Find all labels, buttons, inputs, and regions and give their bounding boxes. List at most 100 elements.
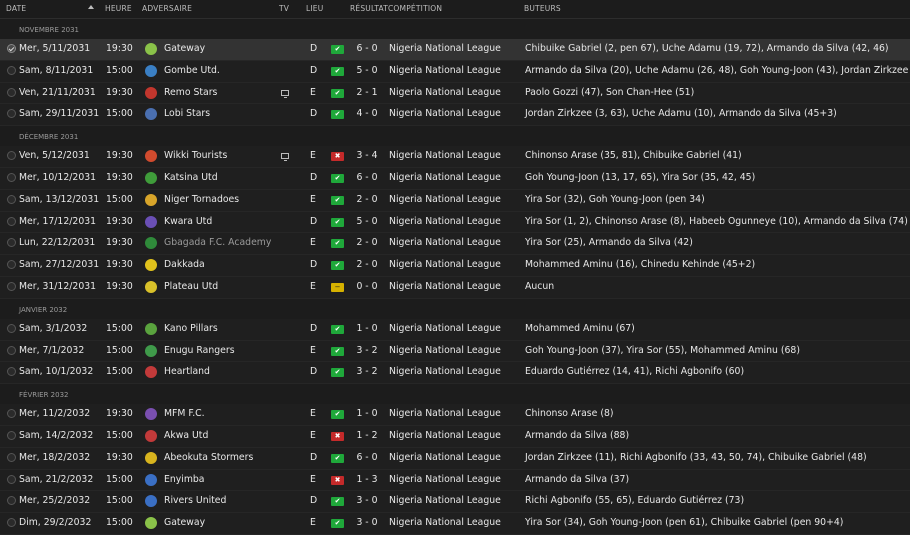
table-row[interactable]: Mer, 25/2/2032 15:00 Rivers United D ✔ 3 - 0 N… [0, 491, 910, 514]
score[interactable]: 2 - 0 [352, 255, 382, 276]
select-radio[interactable] [7, 452, 16, 462]
select-radio[interactable] [7, 151, 16, 161]
header-date[interactable]: DATE [6, 4, 26, 13]
score[interactable]: 2 - 0 [352, 190, 382, 211]
competition[interactable]: Nigeria National League [389, 513, 501, 534]
score[interactable]: 6 - 0 [352, 39, 382, 60]
score[interactable]: 0 - 0 [352, 277, 382, 298]
competition[interactable]: Nigeria National League [389, 83, 501, 104]
header-result[interactable]: RÉSULTAT [350, 4, 388, 13]
score[interactable]: 1 - 3 [352, 470, 382, 491]
table-row[interactable]: Sam, 29/11/2031 15:00 Lobi Stars D ✔ 4 - 0 Nig… [0, 104, 910, 127]
competition[interactable]: Nigeria National League [389, 39, 501, 60]
score[interactable]: 2 - 0 [352, 233, 382, 254]
header-competition[interactable]: COMPÉTITION [388, 4, 442, 13]
opponent-link[interactable]: Dakkada [164, 255, 205, 276]
score[interactable]: 3 - 0 [352, 513, 382, 534]
table-row[interactable]: Sam, 21/2/2032 15:00 Enyimba E ✖ 1 - 3 Nigeria… [0, 469, 910, 492]
score[interactable]: 4 - 0 [352, 104, 382, 125]
opponent-link[interactable]: Niger Tornadoes [164, 190, 239, 211]
competition[interactable]: Nigeria National League [389, 341, 501, 362]
table-row[interactable]: Mer, 7/1/2032 15:00 Enugu Rangers E ✔ 3 - 2 Ni… [0, 340, 910, 363]
competition[interactable]: Nigeria National League [389, 491, 501, 512]
competition[interactable]: Nigeria National League [389, 168, 501, 189]
opponent-link[interactable]: Rivers United [164, 491, 226, 512]
competition[interactable]: Nigeria National League [389, 277, 501, 298]
score[interactable]: 1 - 0 [352, 404, 382, 425]
opponent-link[interactable]: Wikki Tourists [164, 146, 227, 167]
table-row[interactable]: Mer, 31/12/2031 19:30 Plateau Utd E −0 - 0 Ni… [0, 276, 910, 299]
table-row[interactable]: Dim, 29/2/2032 15:00 Gateway E ✔ 3 - 0 Nigeria… [0, 513, 910, 535]
competition[interactable]: Nigeria National League [389, 233, 501, 254]
select-radio[interactable] [7, 109, 16, 119]
competition[interactable]: Nigeria National League [389, 426, 501, 447]
opponent-link[interactable]: Lobi Stars [164, 104, 210, 125]
score[interactable]: 3 - 2 [352, 362, 382, 383]
score[interactable]: 3 - 2 [352, 341, 382, 362]
header-scorers[interactable]: BUTEURS [524, 4, 561, 13]
table-row[interactable]: Sam, 27/12/2031 19:30 Dakkada D ✔ 2 - 0 Nigeri… [0, 255, 910, 277]
opponent-link[interactable]: Gbagada F.C. Academy [164, 233, 271, 254]
opponent-link[interactable]: MFM F.C. [164, 404, 205, 425]
header-tv[interactable]: TV [279, 4, 289, 13]
competition[interactable]: Nigeria National League [389, 146, 501, 167]
opponent-link[interactable]: Katsina Utd [164, 168, 218, 189]
opponent-link[interactable]: Plateau Utd [164, 277, 218, 298]
table-row[interactable]: Mer, 18/2/2032 19:30 Abeokuta Stormers D ✔ 6 … [0, 447, 910, 470]
select-radio[interactable] [7, 260, 16, 270]
select-radio[interactable] [7, 323, 16, 333]
select-radio[interactable] [7, 474, 16, 484]
select-radio[interactable] [7, 87, 16, 97]
opponent-link[interactable]: Gateway [164, 513, 205, 534]
score[interactable]: 5 - 0 [352, 61, 382, 82]
select-radio[interactable] [7, 367, 16, 377]
opponent-link[interactable]: Heartland [164, 362, 210, 383]
select-radio[interactable] [7, 44, 16, 53]
opponent-link[interactable]: Gombe Utd. [164, 61, 220, 82]
score[interactable]: 2 - 1 [352, 83, 382, 104]
competition[interactable]: Nigeria National League [389, 470, 501, 491]
select-radio[interactable] [7, 216, 16, 226]
opponent-link[interactable]: Akwa Utd [164, 426, 208, 447]
select-radio[interactable] [7, 65, 16, 75]
table-row[interactable]: Sam, 3/1/2032 15:00 Kano Pillars D ✔ 1 - 0 Nig… [0, 318, 910, 341]
score[interactable]: 3 - 0 [352, 491, 382, 512]
score[interactable]: 6 - 0 [352, 168, 382, 189]
competition[interactable]: Nigeria National League [389, 104, 501, 125]
competition[interactable]: Nigeria National League [389, 255, 501, 276]
select-radio[interactable] [7, 430, 16, 440]
table-row[interactable]: Ven, 21/11/2031 19:30 Remo Stars E ✔ 2 - 1 Nig… [0, 82, 910, 105]
score[interactable]: 6 - 0 [352, 448, 382, 469]
table-row[interactable]: Ven, 5/12/2031 19:30 Wikki Tourists E ✖ 3 - 4… [0, 146, 910, 168]
score[interactable]: 3 - 4 [352, 146, 382, 167]
opponent-link[interactable]: Gateway [164, 39, 205, 60]
table-row[interactable]: Sam, 13/12/2031 15:00 Niger Tornadoes E ✔ 2 -… [0, 189, 910, 212]
competition[interactable]: Nigeria National League [389, 362, 501, 383]
opponent-link[interactable]: Kwara Utd [164, 212, 212, 233]
table-row[interactable]: Sam, 8/11/2031 15:00 Gombe Utd. D ✔ 5 - 0 Nige… [0, 60, 910, 83]
opponent-link[interactable]: Kano Pillars [164, 319, 218, 340]
select-radio[interactable] [7, 281, 16, 291]
table-row[interactable]: Mer, 11/2/2032 19:30 MFM F.C. E ✔ 1 - 0 Nigeri… [0, 404, 910, 426]
select-radio[interactable] [7, 238, 16, 248]
select-radio[interactable] [7, 409, 16, 419]
sort-ascending-icon[interactable] [88, 5, 94, 9]
opponent-link[interactable]: Enyimba [164, 470, 205, 491]
table-row[interactable]: Lun, 22/12/2031 19:30 Gbagada F.C. Academy… [0, 233, 910, 256]
opponent-link[interactable]: Abeokuta Stormers [164, 448, 253, 469]
header-venue[interactable]: LIEU [306, 4, 323, 13]
header-opponent[interactable]: ADVERSAIRE [142, 4, 192, 13]
select-radio[interactable] [7, 518, 16, 528]
score[interactable]: 5 - 0 [352, 212, 382, 233]
score[interactable]: 1 - 2 [352, 426, 382, 447]
select-radio[interactable] [7, 345, 16, 355]
select-radio[interactable] [7, 496, 16, 506]
table-row[interactable]: Mer, 17/12/2031 19:30 Kwara Utd D ✔ 5 - 0 Nige… [0, 211, 910, 234]
competition[interactable]: Nigeria National League [389, 212, 501, 233]
select-radio[interactable] [7, 194, 16, 204]
table-row[interactable]: Mer, 5/11/2031 19:30 Gateway D ✔ 6 - 0 Nigeria… [0, 39, 910, 61]
competition[interactable]: Nigeria National League [389, 61, 501, 82]
opponent-link[interactable]: Remo Stars [164, 83, 217, 104]
opponent-link[interactable]: Enugu Rangers [164, 341, 235, 362]
table-row[interactable]: Sam, 14/2/2032 15:00 Akwa Utd E ✖ 1 - 2 Nigeri… [0, 425, 910, 448]
